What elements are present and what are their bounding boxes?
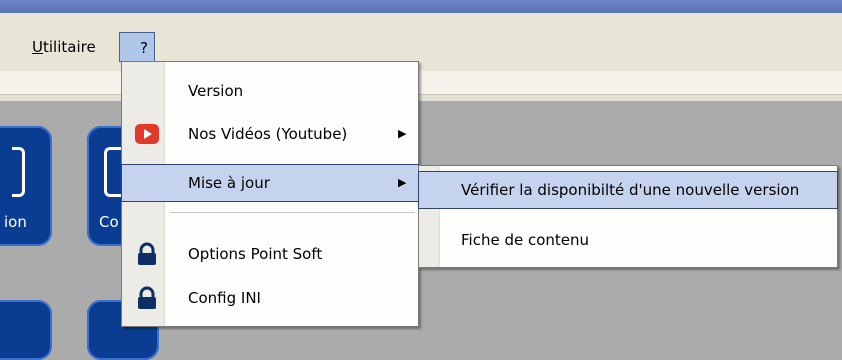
menu-item-version-label: Version [188,82,244,100]
menu-item-version[interactable]: Version [122,73,418,109]
menu-item-update[interactable]: Mise à jour ▶ [121,164,419,202]
menu-help[interactable]: ? [119,32,155,62]
lock-icon [134,242,160,266]
app-tile-1-glyph [12,147,25,197]
window-title-bar [0,0,842,13]
app-tile-2-glyph [104,147,121,197]
submenu-arrow-icon: ▶ [398,127,407,140]
menu-item-options-point-soft-label: Options Point Soft [188,245,323,263]
menu-utilitaire[interactable]: Utilitaire [24,32,104,62]
menu-utilitaire-mnemonic: U [32,38,43,56]
menu-item-videos[interactable]: Nos Vidéos (Youtube) ▶ [122,116,418,152]
menu-item-options-point-soft[interactable]: Options Point Soft [122,236,418,272]
menu-separator [170,212,415,213]
submenu-arrow-icon: ▶ [398,176,407,189]
app-tile-3[interactable] [0,300,52,360]
menu-item-config-ini[interactable]: Config INI [122,280,418,316]
app-tile-2-label: Co [99,213,119,231]
help-dropdown-menu: Version Nos Vidéos (Youtube) ▶ Mise à jo… [121,61,419,327]
menu-item-config-ini-label: Config INI [188,289,261,307]
submenu-item-fiche-contenu-label: Fiche de contenu [461,231,590,249]
menu-item-update-label: Mise à jour [188,174,270,192]
update-submenu: Vérifier la disponibilté d'une nouvelle … [418,165,838,268]
youtube-icon [134,122,160,146]
lock-icon [134,286,160,310]
menu-item-videos-label: Nos Vidéos (Youtube) [188,125,348,143]
submenu-item-fiche-contenu[interactable]: Fiche de contenu [419,222,837,258]
menu-help-label: ? [140,39,148,57]
app-tile-1-label: ion [4,213,27,231]
menu-utilitaire-label: tilitaire [42,38,96,56]
submenu-item-check-update-label: Vérifier la disponibilté d'une nouvelle … [461,181,800,199]
submenu-item-check-update[interactable]: Vérifier la disponibilté d'une nouvelle … [418,171,838,209]
